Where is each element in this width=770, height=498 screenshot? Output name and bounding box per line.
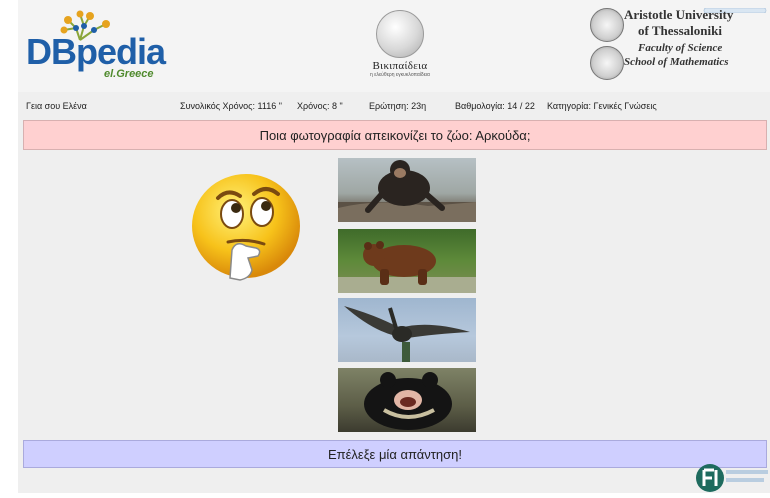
wikipedia-name: Βικιπαίδεια [372,60,428,72]
option-black-bear-photo[interactable] [338,368,476,432]
wikipedia-tagline: η ελεύθερη εγκυκλοπαίδεια [370,72,430,78]
score: Βαθμολογία: 14 / 22 [455,101,535,111]
thinking-face-icon [190,170,306,282]
dbpedia-logo: DBpedia el.Greece [24,6,166,82]
option-chimpanzee-photo[interactable] [338,158,476,222]
status-bar: Γεια σου Ελένα Συνολικός Χρόνος: 1116 " … [18,98,770,114]
wikipedia-logo: Βικιπαίδεια η ελεύθερη εγκυκλοπαίδεια [360,10,440,80]
question-banner: Ποια φωτογραφία απεικονίζει το ζώο: Αρκο… [23,120,767,150]
option-brown-bear-photo[interactable] [338,229,476,293]
category: Κατηγορία: Γενικές Γνώσεις [547,101,657,111]
university-seal-icon [590,8,624,42]
chimpanzee-photo [338,160,476,222]
university-name-line1: Aristotle University [624,7,734,22]
greeting: Γεια σου Ελένα [26,101,87,111]
university-name-line2: of Thessaloniki [638,23,722,38]
answer-prompt-bar: Επέλεξε μία απάντηση! [23,440,767,468]
dbpedia-wordmark: DBpedia [26,31,166,72]
university-logo: Aristotle University of Thessaloniki Fac… [588,4,768,84]
option-bird-photo[interactable] [338,298,476,362]
wikipedia-globe-icon [376,10,424,58]
question-time: Χρόνος: 8 " [297,101,343,111]
faculty-name: Faculty of Science [638,42,723,54]
corner-logo [694,462,770,493]
total-time: Συνολικός Χρόνος: 1116 " [180,101,282,111]
brown-bear-photo [338,241,476,293]
faculty-seal-icon [590,46,624,80]
question-number: Ερώτηση: 23η [369,101,427,111]
black-bear-photo [364,372,452,430]
bird-photo [344,306,470,362]
dbpedia-subtitle: el.Greece [104,68,154,80]
school-name: School of Mathematics [624,56,729,68]
